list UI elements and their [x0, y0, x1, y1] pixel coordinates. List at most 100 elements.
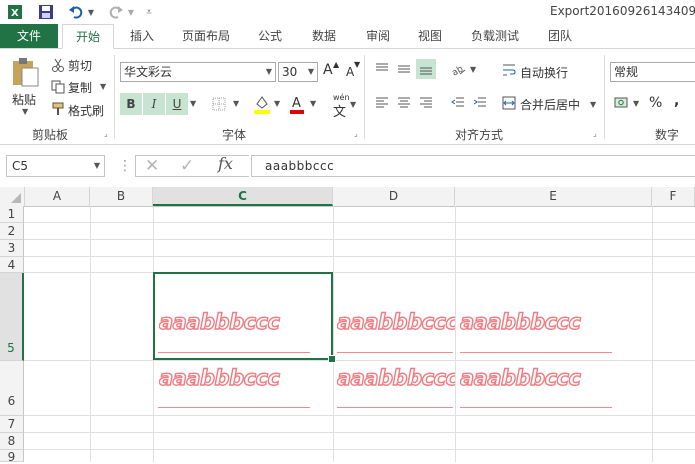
cell-underline [460, 352, 612, 353]
column-header-f[interactable]: F [652, 187, 695, 206]
row-header-7[interactable]: 7 [0, 416, 24, 433]
merge-dropdown-icon[interactable]: ▼ [590, 100, 596, 109]
font-color-dropdown-icon[interactable]: ▼ [310, 99, 316, 108]
format-painter-icon[interactable] [50, 101, 66, 117]
phonetic-guide-button[interactable]: 文 [333, 101, 346, 120]
fill-color-dropdown-icon[interactable]: ▼ [274, 99, 280, 108]
redo-icon[interactable] [106, 2, 126, 22]
align-left-icon[interactable] [372, 93, 392, 113]
cut-button[interactable]: 剪切 [68, 57, 92, 74]
column-header-b[interactable]: B [90, 187, 153, 206]
row-header-4[interactable]: 4 [0, 257, 24, 273]
paste-icon[interactable] [8, 55, 42, 89]
row-header-3[interactable]: 3 [0, 240, 24, 257]
currency-dropdown-icon[interactable]: ▼ [633, 99, 639, 108]
alignment-launcher-icon[interactable]: ⌟ [593, 129, 597, 138]
enter-icon[interactable]: ✓ [180, 156, 194, 176]
column-header-a[interactable]: A [25, 187, 90, 206]
clipboard-launcher-icon[interactable]: ⌟ [104, 129, 108, 138]
save-icon[interactable] [36, 2, 56, 22]
tab-home[interactable]: 开始 [62, 24, 114, 49]
grow-font-icon: ▲ [333, 60, 340, 69]
row-header-8[interactable]: 8 [0, 433, 24, 450]
underline-button[interactable]: U [166, 93, 188, 115]
font-color-icon[interactable]: A [288, 93, 306, 115]
orientation-icon[interactable]: ab [448, 59, 468, 79]
redo-dropdown-icon[interactable]: ▼ [126, 2, 136, 22]
column-header-e[interactable]: E [455, 187, 652, 206]
align-center-icon[interactable] [394, 93, 414, 113]
paste-dropdown-icon[interactable]: ▼ [22, 107, 28, 116]
wrap-text-icon[interactable] [500, 61, 518, 79]
shrink-font-button[interactable]: A [346, 65, 354, 79]
column-header-c[interactable]: C [153, 187, 333, 206]
row-header-6[interactable]: 6 [0, 361, 24, 416]
select-all-corner[interactable] [0, 187, 25, 206]
merge-center-button[interactable]: 合并后居中 [520, 96, 580, 113]
copy-dropdown-icon[interactable]: ▼ [100, 82, 106, 91]
tab-view[interactable]: 视图 [412, 24, 448, 48]
bold-button[interactable]: B [120, 93, 142, 115]
font-name-combo[interactable]: 华文彩云 ▼ [120, 62, 276, 82]
cell-e6[interactable]: aaabbbccc [460, 366, 650, 390]
format-painter-button[interactable]: 格式刷 [68, 102, 104, 119]
grow-font-button[interactable]: A [323, 62, 333, 78]
column-header-d[interactable]: D [333, 187, 455, 206]
align-top-icon[interactable] [372, 59, 392, 79]
insert-function-button[interactable]: fx [218, 154, 233, 173]
row-header-5[interactable]: 5 [0, 273, 24, 361]
cell-d6[interactable]: aaabbbccc [337, 366, 455, 390]
excel-icon[interactable]: X [6, 2, 24, 22]
currency-icon[interactable] [612, 93, 632, 113]
align-bottom-icon[interactable] [416, 59, 436, 79]
font-size-combo[interactable]: 30 ▼ [278, 62, 318, 82]
borders-icon[interactable] [210, 93, 228, 115]
decrease-indent-icon[interactable] [448, 93, 468, 113]
shrink-font-icon: ▼ [354, 60, 361, 69]
group-separator [114, 55, 115, 139]
tab-data[interactable]: 数据 [306, 24, 342, 48]
align-right-icon[interactable] [416, 93, 436, 113]
percent-button[interactable]: % [649, 95, 662, 111]
tab-insert[interactable]: 插入 [122, 24, 162, 48]
fill-color-icon[interactable] [252, 93, 272, 115]
italic-button[interactable]: I [143, 93, 165, 115]
row-header-1[interactable]: 1 [0, 206, 24, 223]
cell-underline [158, 407, 310, 408]
customize-icon[interactable]: ⩡ [142, 2, 156, 22]
formula-input[interactable]: aaabbbccc [251, 155, 695, 177]
grid-line [652, 206, 653, 462]
copy-icon[interactable] [50, 79, 66, 95]
cell-d5[interactable]: aaabbbccc [337, 310, 455, 334]
cut-icon[interactable] [50, 57, 66, 73]
tab-load-test[interactable]: 负载测试 [465, 24, 525, 48]
title-bar: X ▼ ▼ ⩡ Export20160926143409.x [0, 0, 695, 24]
phonetic-dropdown-icon[interactable]: ▼ [350, 100, 356, 109]
wrap-text-button[interactable]: 自动换行 [520, 64, 568, 81]
tab-formulas[interactable]: 公式 [252, 24, 288, 48]
tab-team[interactable]: 团队 [542, 24, 578, 48]
paste-button[interactable]: 粘贴 [12, 91, 36, 108]
row-header-9[interactable]: 9 [0, 450, 24, 464]
tab-page-layout[interactable]: 页面布局 [176, 24, 236, 48]
undo-icon[interactable] [66, 2, 86, 22]
number-format-combo[interactable]: 常规 [610, 62, 695, 82]
borders-dropdown-icon[interactable]: ▼ [233, 99, 239, 108]
underline-dropdown-icon[interactable]: ▼ [190, 99, 196, 108]
align-middle-icon[interactable] [394, 59, 414, 79]
cell-c6[interactable]: aaabbbccc [159, 366, 331, 390]
orientation-dropdown-icon[interactable]: ▼ [470, 65, 476, 74]
name-box[interactable]: C5 ▼ [6, 155, 105, 177]
cancel-icon[interactable]: ✕ [145, 156, 159, 176]
font-launcher-icon[interactable]: ⌟ [354, 129, 358, 138]
comma-button[interactable]: , [674, 93, 679, 109]
copy-button[interactable]: 复制 [68, 79, 92, 96]
row-header-2[interactable]: 2 [0, 223, 24, 240]
fill-handle[interactable] [328, 355, 336, 363]
tab-review[interactable]: 审阅 [360, 24, 396, 48]
cell-e5[interactable]: aaabbbccc [460, 310, 650, 334]
merge-center-icon[interactable] [500, 93, 518, 113]
tab-file[interactable]: 文件 [0, 24, 58, 48]
undo-dropdown-icon[interactable]: ▼ [86, 2, 96, 22]
increase-indent-icon[interactable] [470, 93, 490, 113]
